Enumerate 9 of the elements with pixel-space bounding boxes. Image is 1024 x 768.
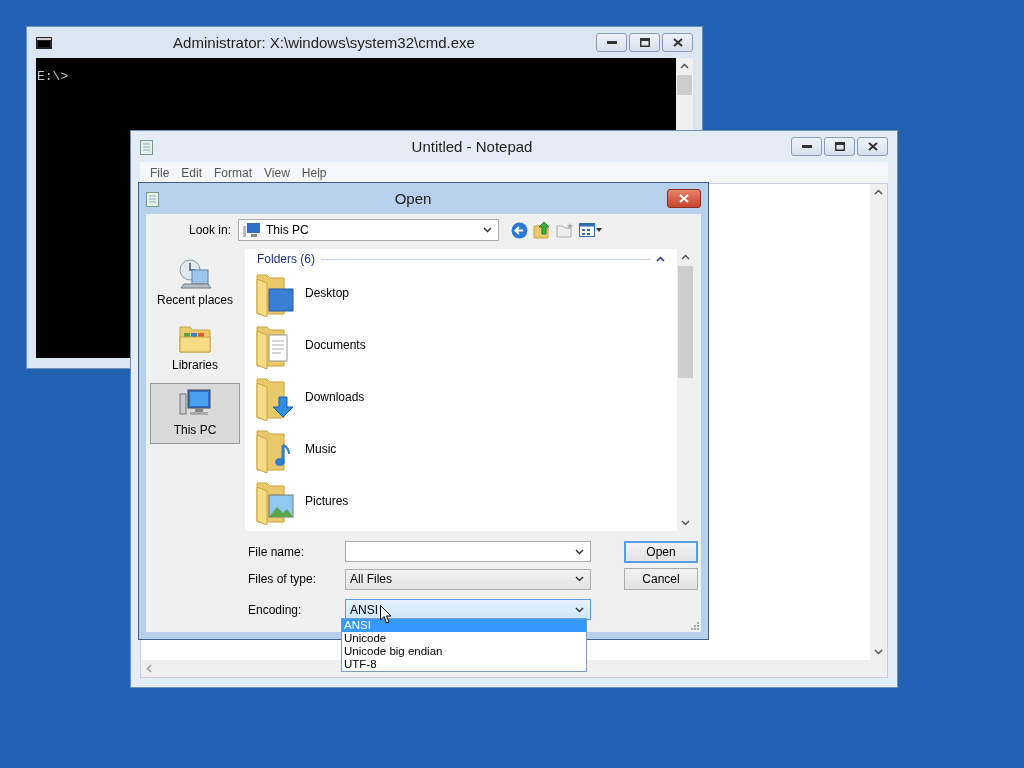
look-in-label: Look in: bbox=[187, 223, 232, 237]
file-name-label: File name: bbox=[248, 544, 306, 559]
window-title: Untitled - Notepad bbox=[410, 138, 534, 155]
command-prompt: E:\> bbox=[37, 69, 69, 84]
encoding-label: Encoding: bbox=[248, 602, 303, 617]
file-type-label: Files of type: bbox=[248, 572, 318, 587]
group-header: Folders (6) bbox=[257, 252, 315, 266]
window-title: Administrator: X:\windows\system32\cmd.exe bbox=[172, 34, 476, 51]
dialog-title: Open bbox=[393, 190, 433, 207]
